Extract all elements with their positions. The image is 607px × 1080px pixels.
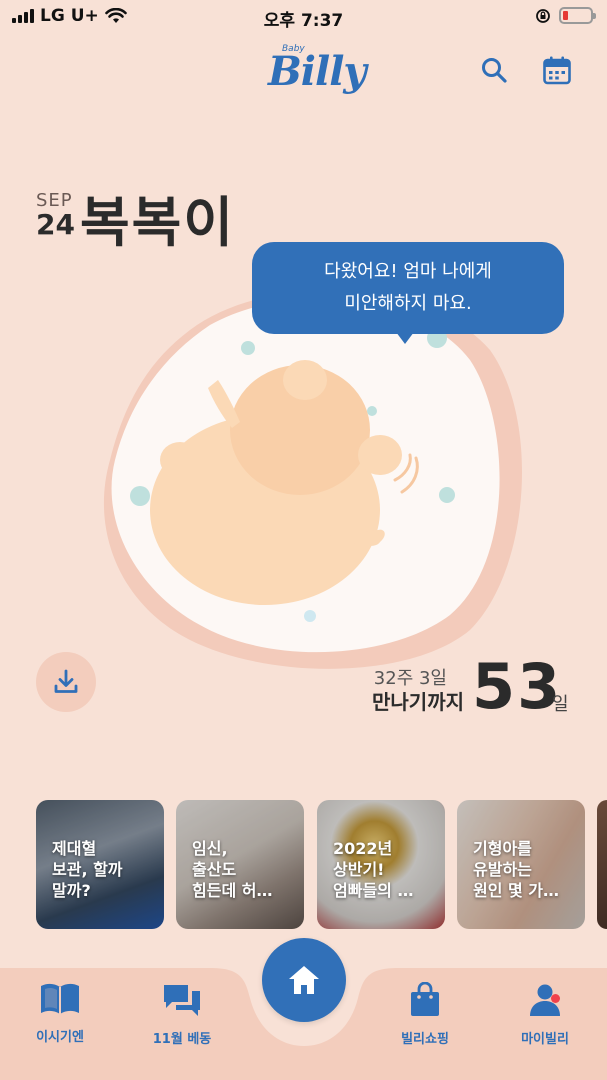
home-button[interactable] [262, 938, 346, 1022]
home-icon [289, 966, 319, 994]
calendar-icon [543, 56, 571, 85]
billy-logo[interactable]: Baby Billy [266, 42, 367, 98]
nav-story[interactable]: 이시기엔 [5, 982, 115, 1045]
download-button[interactable] [36, 652, 96, 712]
days-unit: 일 [552, 694, 569, 715]
nav-my[interactable]: 마이빌리 [490, 982, 600, 1047]
article-title: 임신, 출산도 힘든데 허… [192, 839, 273, 900]
article-card[interactable]: 2022년 상반기! 엄빠들의 … [317, 800, 445, 929]
search-icon [482, 58, 507, 83]
bubble-dot [304, 610, 316, 622]
download-icon [54, 669, 78, 693]
nav-story-label: 이시기엔 [36, 1030, 84, 1045]
speech-bubble: 다왔어요! 엄마 나에게 미안해하지 마요. [252, 242, 564, 334]
days-left: 53 [472, 650, 563, 723]
notification-dot [551, 994, 560, 1003]
nav-community[interactable]: 11월 베동 [127, 982, 237, 1047]
shopping-bag-icon [411, 981, 439, 1016]
article-card[interactable]: 임신, 출산도 힘든데 허… [176, 800, 304, 929]
bubble-dot [439, 487, 455, 503]
nav-my-label: 마이빌리 [521, 1032, 569, 1047]
speech-line-2: 미안해하지 마요. [344, 293, 472, 314]
speech-line-1: 다왔어요! 엄마 나에게 [324, 261, 492, 282]
status-time: 오후 7:37 [263, 11, 344, 31]
baby-name[interactable]: 복복이 [80, 178, 235, 257]
until-label: 만나기까지 [372, 690, 464, 714]
article-card[interactable]: 제대혈 보관, 할까 말까? [36, 800, 164, 929]
bubble-dot [130, 486, 150, 506]
speech-bubble-tail [396, 332, 414, 344]
article-card-partial[interactable] [597, 800, 607, 929]
search-button[interactable] [474, 50, 514, 90]
article-title: 2022년 상반기! 엄빠들의 … [333, 839, 414, 900]
book-icon [41, 983, 79, 1014]
status-right [535, 7, 596, 24]
chat-icon [164, 985, 200, 1016]
battery-icon [559, 7, 596, 24]
nav-shop-label: 빌리쇼핑 [401, 1032, 449, 1047]
rotation-lock-icon [536, 8, 550, 23]
article-title: 제대혈 보관, 할까 말까? [52, 839, 123, 900]
article-card[interactable]: 기형아를 유발하는 원인 몇 가… [457, 800, 585, 929]
nav-community-label: 11월 베동 [152, 1032, 212, 1047]
status-bar: LG U+ 오후 7:37 [0, 0, 607, 32]
article-title: 기형아를 유발하는 원인 몇 가… [473, 839, 560, 900]
article-carousel[interactable]: 제대혈 보관, 할까 말까? 임신, 출산도 힘든데 허… 2022년 상반기!… [36, 800, 607, 930]
bubble-dot [367, 406, 377, 416]
calendar-button[interactable] [537, 50, 577, 90]
nav-shop[interactable]: 빌리쇼핑 [370, 981, 480, 1047]
logo-main-text: Billy [268, 48, 367, 95]
bubble-dot [241, 341, 255, 355]
due-day: 24 [36, 208, 75, 241]
